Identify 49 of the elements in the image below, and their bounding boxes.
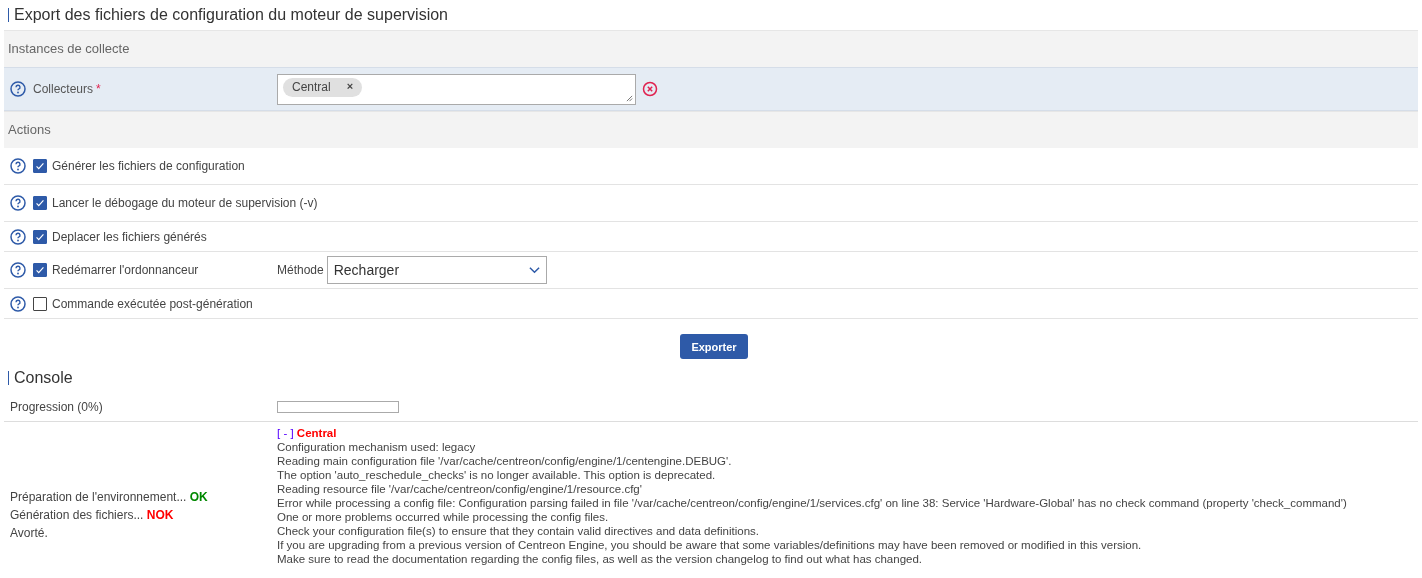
collapse-toggle[interactable]: [ - ] xyxy=(277,427,294,439)
chevron-down-icon xyxy=(528,266,540,274)
help-icon[interactable] xyxy=(10,228,26,245)
log-line: Error while processing a config file: Configuration parsing failed in file '/var/cache/centreon/config/engine/1/services.cfg' on line 38: Service 'Hardware-Global' has no check command (property 'check_command') xyxy=(277,496,1347,510)
status-line: Préparation de l'environnement... OK xyxy=(10,489,209,506)
checkbox[interactable] xyxy=(33,159,47,173)
method-label: Méthode xyxy=(277,263,324,277)
page-title: Export des fichiers de configuration du moteur de supervision xyxy=(14,6,448,24)
required-mark: * xyxy=(96,82,101,96)
checkbox-label: Deplacer les fichiers générés xyxy=(52,229,207,244)
pollers-select[interactable]: Central × xyxy=(277,73,636,105)
check-icon xyxy=(34,197,46,209)
clear-icon[interactable] xyxy=(642,81,658,97)
help-icon[interactable] xyxy=(10,158,26,174)
checkbox-label: Redémarrer l'ordonnanceur xyxy=(52,263,199,277)
section-header: Instances de collecte xyxy=(4,30,1418,67)
resize-icon[interactable] xyxy=(626,94,633,102)
log-line: Configuration mechanism used: legacy xyxy=(277,440,477,454)
log-line: Reading main configuration file '/var/cache/centreon/config/engine/1/centengine.DEBUG'. xyxy=(277,454,733,468)
help-icon[interactable] xyxy=(10,195,26,211)
export-button[interactable]: Exporter xyxy=(680,334,748,359)
field-label: Collecteurs xyxy=(33,82,94,96)
console-title: Console xyxy=(14,369,73,387)
method-select[interactable]: Recharger xyxy=(326,256,547,284)
log-line: One or more problems occurred while processing the config files. xyxy=(277,510,610,524)
section-header: Actions xyxy=(4,111,1418,148)
status-line: Avorté. xyxy=(10,525,49,542)
checkbox[interactable] xyxy=(33,229,47,244)
log-line: If you are upgrading from a previous version of Centreon Engine, you should be aware that some variables/definitions may have been removed or modified in this version. xyxy=(277,538,1143,552)
checkbox-label: Générer les fichiers de configuration xyxy=(52,159,245,173)
checkbox[interactable] xyxy=(33,263,47,277)
help-icon[interactable] xyxy=(10,262,26,278)
checkbox-label: Commande exécutée post-génération xyxy=(52,296,253,311)
check-icon xyxy=(34,160,46,172)
checkbox-label: Lancer le débogage du moteur de supervision (-v) xyxy=(52,196,318,210)
poller-name: Central xyxy=(296,427,337,439)
help-icon[interactable] xyxy=(10,295,26,312)
log-line: Make sure to read the documentation regarding the config files, as well as the version changelog to find out what has changed. xyxy=(277,552,924,566)
checkbox[interactable] xyxy=(33,196,47,210)
log-line: Check your configuration file(s) to ensure that they contain valid directives and data definitions. xyxy=(277,524,760,538)
tag-label: Central xyxy=(292,79,331,94)
progress-label: Progression (0%) xyxy=(10,400,103,414)
tag-remove[interactable]: × xyxy=(346,79,354,94)
log-line: The option 'auto_reschedule_checks' is no longer available. This option is deprecated. xyxy=(277,468,717,482)
status-line: Génération des fichiers... NOK xyxy=(10,507,175,524)
checkbox[interactable] xyxy=(33,296,47,311)
help-icon[interactable] xyxy=(10,81,26,97)
log-line: Reading resource file '/var/cache/centreon/config/engine/1/resource.cfg' xyxy=(277,482,643,496)
check-icon xyxy=(34,264,46,276)
